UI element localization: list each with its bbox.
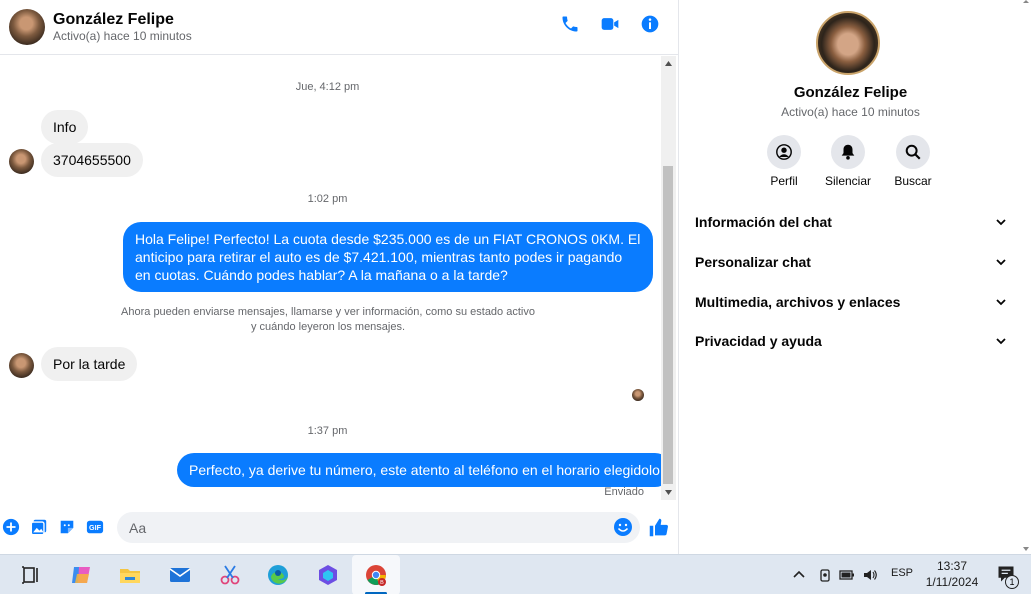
system-notice-line-1: Ahora pueden enviarse mensajes, llamarse… [121,306,535,318]
contact-avatar-small[interactable] [9,149,34,174]
system-clock[interactable]: 13:37 1/11/2024 [916,558,988,590]
timestamp: 1:37 pm [307,425,348,437]
section-customize-chat[interactable]: Personalizar chat [695,250,1007,274]
task-view-icon[interactable] [16,560,46,590]
sent-status: Enviado [604,486,644,498]
show-hidden-icons-chevron-icon[interactable] [791,567,807,583]
sticker-icon[interactable] [58,518,76,536]
search-label: Buscar [894,174,932,188]
contact-avatar[interactable] [9,9,45,45]
panel-scrollbar[interactable] [1021,0,1031,554]
battery-network-icon[interactable] [839,567,855,583]
header-actions [560,14,660,34]
panel-contact-avatar[interactable] [816,11,880,75]
incoming-message[interactable]: 3704655500 [41,143,143,177]
plus-icon[interactable] [2,518,20,536]
mute-label: Silenciar [824,174,872,188]
section-label: Privacidad y ayuda [695,333,822,349]
panel-contact-name: González Felipe [793,84,908,101]
composer-actions: GIF [2,518,104,536]
clock-time: 13:37 [936,559,968,573]
profile-label: Perfil [770,174,798,188]
phone-icon[interactable] [560,14,580,34]
system-notice-line-2: y cuándo leyeron los mensajes. [250,321,406,333]
chevron-down-icon [996,259,1006,266]
scroll-up-arrow-icon[interactable] [664,60,673,68]
message-input[interactable] [117,512,640,543]
incoming-message[interactable]: Por la tarde [41,347,138,381]
copilot-app-icon[interactable] [313,560,343,590]
input-language[interactable]: ESP [891,567,913,579]
svg-text:B: B [380,580,384,586]
message-scrollbar-thumb[interactable] [663,166,673,484]
section-privacy-help[interactable]: Privacidad y ayuda [695,329,1007,353]
profile-button[interactable]: Perfil [749,135,819,188]
like-icon[interactable] [648,517,669,538]
incoming-message[interactable]: Info [41,110,89,144]
section-label: Multimedia, archivos y enlaces [695,294,901,310]
outgoing-message[interactable]: Perfecto, ya derive tu número, este aten… [177,453,672,487]
notification-count-badge: 1 [1005,575,1019,589]
emoji-icon[interactable] [613,517,633,537]
video-call-icon[interactable] [600,14,620,34]
edge-icon[interactable] [263,560,293,590]
profile-icon [776,144,792,160]
chevron-down-icon [996,299,1006,306]
mail-icon[interactable] [165,560,195,590]
read-receipt-avatar [632,389,644,401]
chat-info-panel: González Felipe Activo(a) hace 10 minuto… [678,0,1031,554]
svg-text:GIF: GIF [89,523,102,532]
contact-status: Activo(a) hace 10 minutos [53,29,192,43]
chat-header: González Felipe Activo(a) hace 10 minuto… [0,0,678,55]
section-media-files-links[interactable]: Multimedia, archivos y enlaces [695,290,1007,314]
mute-button[interactable]: Silenciar [813,135,883,188]
section-label: Información del chat [695,214,832,230]
timestamp: Jue, 4:12 pm [295,81,360,93]
gif-icon[interactable]: GIF [86,518,104,536]
search-button[interactable]: Buscar [878,135,948,188]
timestamp: 1:02 pm [307,193,348,205]
chrome-icon[interactable]: B [361,560,391,590]
volume-icon[interactable] [862,567,878,583]
bell-icon [841,144,855,160]
image-icon[interactable] [30,518,48,536]
snipping-tool-icon[interactable] [215,560,245,590]
chevron-down-icon [996,219,1006,226]
panel-contact-status: Activo(a) hace 10 minutos [781,105,920,119]
info-icon[interactable] [640,14,660,34]
section-label: Personalizar chat [695,254,811,270]
contact-avatar-small[interactable] [9,353,34,378]
clock-date: 1/11/2024 [925,575,979,589]
file-explorer-icon[interactable] [115,560,145,590]
meet-now-icon[interactable] [817,567,833,583]
scroll-down-arrow-icon[interactable] [664,488,673,496]
windows-taskbar: B ESP 13:37 1/11/2024 1 [0,554,1031,594]
outgoing-message[interactable]: Hola Felipe! Perfecto! La cuota desde $2… [123,222,653,292]
contact-name[interactable]: González Felipe [53,10,192,29]
messenger-window: González Felipe Activo(a) hace 10 minuto… [0,0,1031,594]
section-chat-info[interactable]: Información del chat [695,210,1007,234]
message-list[interactable]: Jue, 4:12 pm Info 3704655500 1:02 pm Hol… [0,56,678,500]
chevron-down-icon [996,338,1006,345]
contact-info[interactable]: González Felipe Activo(a) hace 10 minuto… [53,10,192,44]
copilot-icon[interactable] [66,560,96,590]
search-icon [905,144,921,160]
